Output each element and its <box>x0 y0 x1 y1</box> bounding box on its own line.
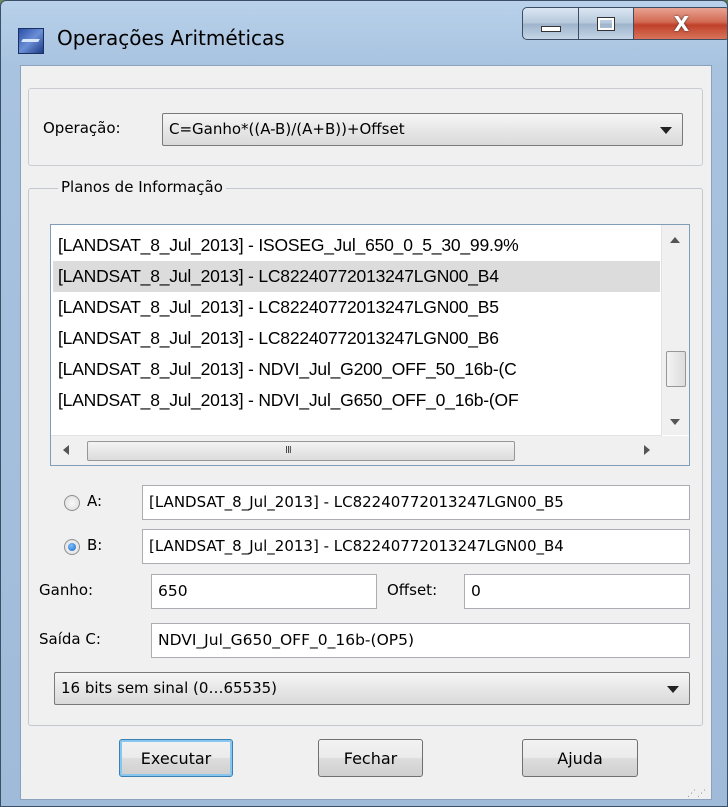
list-item[interactable]: [LANDSAT_8_Jul_2013] - ISOSEG_Jul_650_0_… <box>58 230 519 261</box>
window-title: Operações Aritméticas <box>57 26 285 50</box>
list-item[interactable]: [LANDSAT_8_Jul_2013] - LC82240772013247L… <box>58 323 499 354</box>
a-field-value: [LANDSAT_8_Jul_2013] - LC82240772013247L… <box>149 493 564 511</box>
horizontal-scrollbar[interactable]: III <box>51 435 662 465</box>
gain-field[interactable]: 650 <box>151 574 377 609</box>
maximize-icon <box>597 16 615 31</box>
output-field[interactable]: NDVI_Jul_G650_OFF_0_16b-(OP5) <box>151 623 690 658</box>
close-button[interactable]: Fechar <box>318 739 423 777</box>
offset-value: 0 <box>471 582 481 600</box>
scroll-left-icon[interactable] <box>63 445 69 455</box>
output-value: NDVI_Jul_G650_OFF_0_16b-(OP5) <box>158 631 415 649</box>
scroll-corner <box>662 436 689 465</box>
app-icon <box>18 28 44 54</box>
data-type-selected-value: 16 bits sem sinal (0…65535) <box>61 679 278 697</box>
list-item[interactable]: [LANDSAT_8_Jul_2013] - NDVI_Jul_G200_OFF… <box>58 354 517 385</box>
chevron-down-icon <box>660 127 672 134</box>
list-item-selected[interactable]: [LANDSAT_8_Jul_2013] - LC82240772013247L… <box>53 261 660 292</box>
close-icon: X <box>673 11 690 36</box>
offset-field[interactable]: 0 <box>464 574 690 609</box>
minimize-icon <box>540 25 561 32</box>
resize-grip-icon[interactable]: ⋰⋰ <box>687 790 707 799</box>
radio-a[interactable] <box>64 495 80 511</box>
vertical-scrollbar[interactable] <box>661 225 689 435</box>
planes-listbox[interactable]: [LANDSAT_8_Jul_2013] - ISOSEG_Jul_650_0_… <box>50 224 690 466</box>
radio-b[interactable] <box>64 539 80 555</box>
dialog-window: Operações Aritméticas X Operação: C=Ganh… <box>0 0 728 807</box>
caption-buttons: X <box>522 7 727 42</box>
b-field-value: [LANDSAT_8_Jul_2013] - LC82240772013247L… <box>149 537 564 555</box>
scroll-up-icon[interactable] <box>670 237 680 243</box>
data-type-select[interactable]: 16 bits sem sinal (0…65535) <box>54 672 690 705</box>
a-field[interactable]: [LANDSAT_8_Jul_2013] - LC82240772013247L… <box>142 485 690 520</box>
gain-value: 650 <box>158 582 188 600</box>
list-item[interactable]: [LANDSAT_8_Jul_2013] - NDVI_Jul_G650_OFF… <box>58 385 519 416</box>
execute-button[interactable]: Executar <box>119 739 233 777</box>
operation-label: Operação: <box>43 119 121 137</box>
scroll-down-icon[interactable] <box>670 419 680 425</box>
chevron-down-icon <box>667 686 679 693</box>
gain-label: Ganho: <box>39 581 94 599</box>
b-label: B: <box>87 536 103 554</box>
operation-selected-value: C=Ganho*((A-B)/(A+B))+Offset <box>169 120 405 138</box>
output-label: Saída C: <box>39 630 101 648</box>
list-item[interactable]: [LANDSAT_8_Jul_2013] - LC82240772013247L… <box>58 292 499 323</box>
offset-label: Offset: <box>387 581 438 599</box>
horizontal-scroll-thumb[interactable]: III <box>87 441 515 461</box>
planes-group-title: Planos de Informação <box>58 178 226 196</box>
dialog-client-area: Operação: C=Ganho*((A-B)/(A+B))+Offset P… <box>20 65 712 800</box>
title-bar[interactable]: Operações Aritméticas X <box>1 1 727 63</box>
operation-select[interactable]: C=Ganho*((A-B)/(A+B))+Offset <box>162 113 683 146</box>
close-window-button[interactable]: X <box>634 7 727 40</box>
maximize-button[interactable] <box>579 7 634 40</box>
minimize-button[interactable] <box>522 7 579 40</box>
scroll-right-icon[interactable] <box>644 445 650 455</box>
scroll-grip-icon: III <box>285 445 292 456</box>
a-label: A: <box>87 492 103 510</box>
b-field[interactable]: [LANDSAT_8_Jul_2013] - LC82240772013247L… <box>142 529 690 564</box>
vertical-scroll-thumb[interactable] <box>666 351 686 387</box>
operation-panel: Operação: C=Ganho*((A-B)/(A+B))+Offset <box>28 88 703 166</box>
help-button[interactable]: Ajuda <box>522 739 638 777</box>
